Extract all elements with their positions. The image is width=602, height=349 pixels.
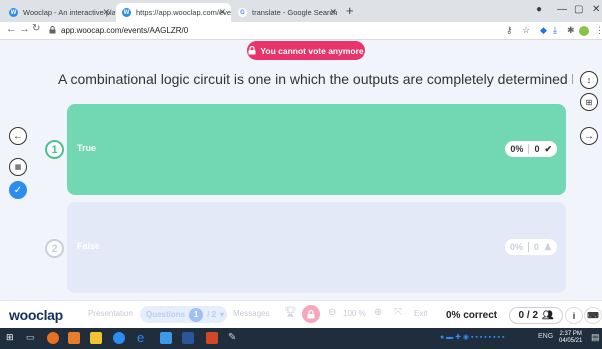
menu-dots-icon[interactable]: ⋮ <box>595 25 602 36</box>
wooclap-favicon-icon: W <box>9 8 18 17</box>
expand-vertical-icon[interactable]: ↕ <box>580 71 598 89</box>
answer-option-false[interactable]: False 0% 0 ♟ <box>67 202 566 293</box>
powerpoint-icon[interactable] <box>206 332 218 344</box>
zoom-level: 100 % <box>343 309 366 318</box>
participants-icon: 👥︎ <box>542 310 554 320</box>
banner-text: You cannot vote anymore <box>260 45 364 56</box>
close-tab-icon[interactable]: ✕ <box>218 7 226 18</box>
answer-option-true[interactable]: True 0% 0 ✔ <box>67 104 566 195</box>
windows-start-icon[interactable]: ⊞ <box>6 332 18 344</box>
questions-button[interactable]: Questions 1 / 2 ▾ <box>140 306 227 323</box>
paint-icon[interactable]: ✎ <box>228 332 240 344</box>
clock-date: 04/05/21 <box>559 338 583 344</box>
browser-tab-wooclap[interactable]: W Wooclap - An interactive platfo ✕ <box>3 3 115 22</box>
answer-percent: 0% <box>510 144 524 154</box>
close-tab-icon[interactable]: ✕ <box>329 7 337 18</box>
zoom-out-icon[interactable]: ⊖ <box>328 307 336 318</box>
lock-icon <box>307 309 315 318</box>
bookmark-star-icon[interactable]: ☆ <box>522 25 530 36</box>
exit-button[interactable]: Exit <box>414 309 427 318</box>
google-favicon-icon: G <box>238 8 247 17</box>
new-tab-icon[interactable]: + <box>346 4 354 17</box>
presenter-toolbar: wooclap Presentation Questions 1 / 2 ▾ M… <box>0 300 602 328</box>
presentation-button[interactable]: Presentation <box>88 309 133 318</box>
task-view-icon[interactable]: ▭ <box>26 332 38 344</box>
firefox-icon[interactable] <box>47 332 59 344</box>
person-icon: ♟ <box>543 241 552 252</box>
key-icon[interactable]: ⚷ <box>506 25 513 36</box>
previous-question-button[interactable]: ← <box>9 127 27 145</box>
divider <box>527 242 529 252</box>
edge-icon[interactable]: e <box>137 330 149 345</box>
close-tab-icon[interactable]: ✕ <box>102 7 110 18</box>
lock-icon <box>49 26 56 34</box>
reload-icon[interactable]: ↻ <box>32 23 40 34</box>
profile-icon[interactable]: ● <box>536 4 542 15</box>
puzzle-icon[interactable]: ✱ <box>567 25 575 36</box>
word-icon[interactable] <box>182 332 194 344</box>
questions-label: Questions <box>146 310 186 319</box>
grid-view-icon[interactable]: ⊞ <box>580 93 598 111</box>
lock-voting-button[interactable] <box>302 305 320 323</box>
maximize-icon[interactable]: ▢ <box>574 4 583 15</box>
wooclap-logo: wooclap <box>9 307 63 323</box>
address-bar-row: ← → ↻ ⌂ app.woocap.com/events/AAGLZR/0 ⚷… <box>0 22 602 40</box>
fullscreen-icon[interactable]: ⤧ <box>394 307 402 318</box>
answer-count: 0 <box>534 144 540 154</box>
divider <box>528 144 530 154</box>
browser-tab-event[interactable]: W https://app.wooclap.com/events ✕ <box>116 3 231 22</box>
system-tray-icons[interactable]: ● ▬ ✚ ◉ ▪ ▪ ▪ ▪ ▪ ▪ ▪ ▪ <box>440 333 504 341</box>
forward-arrow-icon[interactable]: → <box>19 23 30 35</box>
next-question-button[interactable]: → <box>580 127 598 145</box>
profile-avatar[interactable] <box>579 26 589 36</box>
participants-count: 0 / 2 👥︎ <box>509 307 563 324</box>
show-correct-answer-button[interactable]: ✓ <box>9 181 27 199</box>
browser-tab-bar: W Wooclap - An interactive platfo ✕ W ht… <box>0 0 602 22</box>
download-icon[interactable]: ⤓ <box>553 25 557 36</box>
windows-taskbar: ⊞ ▭ e ✎ ● ▬ ✚ ◉ ▪ ▪ ▪ ▪ ▪ ▪ ▪ ▪ ENG 2:37… <box>0 328 602 349</box>
system-clock[interactable]: 2:37 PM 04/05/21 <box>559 331 582 345</box>
question-text: A combinational logic circuit is one in … <box>58 71 573 87</box>
answer-percent: 0% <box>509 242 523 252</box>
wooclap-favicon-icon: W <box>122 8 131 17</box>
correct-score: 0% correct <box>446 310 498 321</box>
clock-time: 2:37 PM <box>559 331 582 337</box>
messages-button[interactable]: Messages <box>233 309 269 318</box>
answer-label: False <box>77 241 101 251</box>
question-number-badge: 1 <box>189 307 204 322</box>
tab-title: Wooclap - An interactive platfo <box>23 8 115 17</box>
vote-closed-banner: You cannot vote anymore <box>247 41 365 60</box>
answer-stats: 0% 0 ♟ <box>504 239 557 255</box>
checkmark-icon: ✔ <box>544 143 552 154</box>
zoom-in-icon[interactable]: ⊕ <box>374 307 382 318</box>
results-chart-icon[interactable]: ▦ <box>9 158 27 176</box>
answer-number-2: 2 <box>45 239 64 258</box>
info-button[interactable]: i <box>565 307 583 324</box>
tab-title: translate - Google Search <box>252 8 338 17</box>
answer-stats: 0% 0 ✔ <box>505 141 557 157</box>
lock-icon <box>248 46 256 55</box>
answer-number-1: 1 <box>45 140 64 159</box>
trophy-icon[interactable]: 🏆︎ <box>284 307 297 318</box>
browser-tab-google[interactable]: G translate - Google Search ✕ <box>232 3 342 22</box>
answer-label: True <box>77 143 97 153</box>
url-field[interactable]: app.woocap.com/events/AAGLZR/0 <box>61 26 188 35</box>
answer-count: 0 <box>533 242 539 252</box>
notifications-icon[interactable]: ▤ <box>591 332 600 343</box>
wooclap-page: You cannot vote anymore A combinational … <box>0 40 602 300</box>
close-window-icon[interactable]: ✕ <box>592 4 600 15</box>
file-explorer-icon[interactable] <box>90 332 102 344</box>
votes-text: 0 / 2 <box>518 310 539 321</box>
language-indicator[interactable]: ENG <box>538 333 553 340</box>
keyboard-icon[interactable]: ⌨ <box>584 307 602 324</box>
tab-title: https://app.wooclap.com/events <box>136 8 231 17</box>
extension-icon[interactable]: ◆ <box>540 25 547 36</box>
app-icon[interactable] <box>68 332 80 344</box>
back-arrow-icon[interactable]: ← <box>6 23 17 35</box>
store-icon[interactable] <box>160 332 172 344</box>
question-total: / 2 <box>207 310 217 319</box>
minimize-icon[interactable]: — <box>557 4 567 15</box>
chrome-icon[interactable] <box>113 332 125 344</box>
chevron-down-icon: ▾ <box>220 310 225 319</box>
